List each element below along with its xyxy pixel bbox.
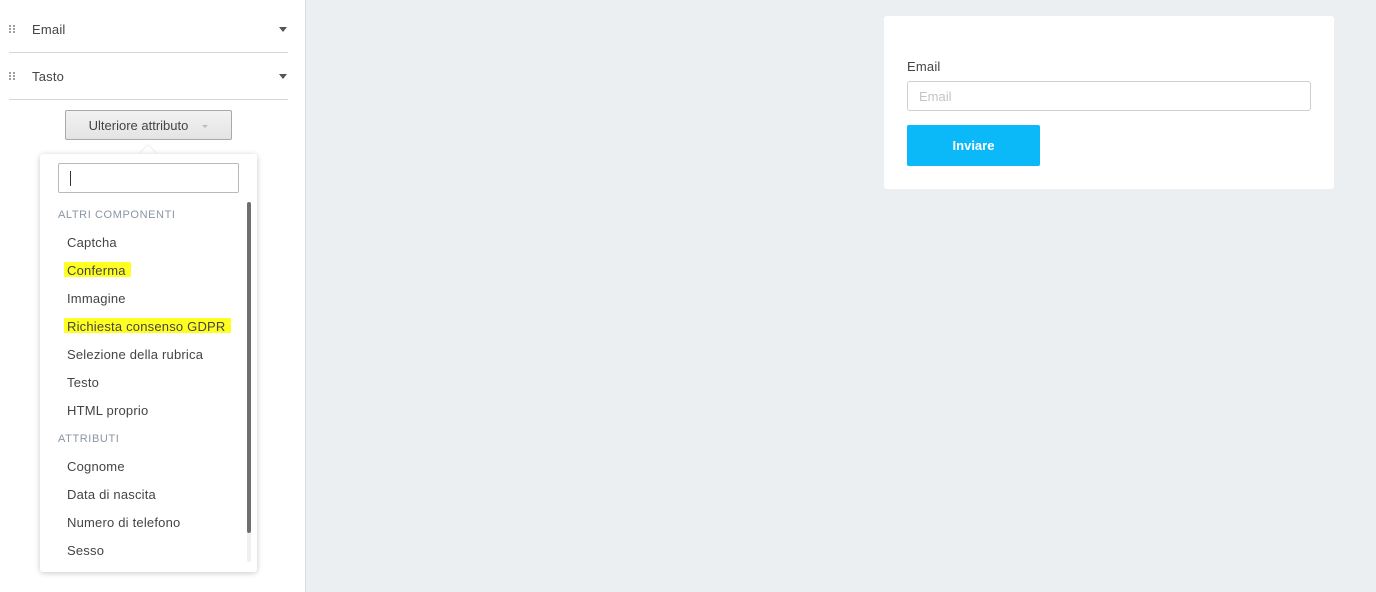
field-label: Tasto — [32, 68, 65, 84]
dropdown-item[interactable]: Captcha — [40, 229, 246, 257]
field-row-email[interactable]: Email — [9, 6, 288, 53]
dropdown-item-label: Data di nascita — [67, 487, 156, 502]
drag-handle-icon[interactable] — [9, 24, 16, 34]
dropdown-item-label: Cognome — [67, 459, 125, 474]
submit-button[interactable]: Inviare — [907, 125, 1040, 166]
attribute-dropdown: ALTRI COMPONENTI Captcha Conferma Immagine R… — [40, 154, 257, 572]
dropdown-item-label: Captcha — [67, 235, 117, 250]
drag-handle-icon[interactable] — [9, 71, 16, 81]
email-label: Email — [907, 59, 941, 74]
dropdown-group-title: ALTRI COMPONENTI — [58, 209, 176, 221]
add-attribute-button[interactable]: Ulteriore attributo — [65, 110, 232, 140]
add-attribute-label: Ulteriore attributo — [88, 117, 189, 133]
dropdown-item-label: Selezione della rubrica — [67, 347, 204, 362]
dropdown-item[interactable]: Conferma — [40, 257, 246, 285]
scrollbar-thumb[interactable] — [247, 202, 251, 533]
chevron-down-icon — [202, 125, 209, 128]
dropdown-item-label: Richiesta consenso GDPR — [67, 319, 226, 334]
dropdown-item-label: Numero di telefono — [67, 515, 181, 530]
form-preview-card: Email Inviare — [884, 16, 1334, 189]
dropdown-item[interactable]: Numero di telefono — [40, 509, 246, 537]
dropdown-item-label: Testo — [67, 375, 100, 390]
chevron-down-icon[interactable] — [279, 26, 287, 32]
dropdown-item[interactable]: Immagine — [40, 285, 246, 313]
dropdown-list: ALTRI COMPONENTI Captcha Conferma Immagine R… — [40, 201, 246, 565]
dropdown-item-label: Conferma — [67, 263, 126, 278]
text-cursor — [70, 171, 71, 186]
dropdown-item[interactable]: Testo — [40, 369, 246, 397]
dropdown-item[interactable]: Richiesta consenso GDPR — [40, 313, 246, 341]
chevron-down-icon[interactable] — [279, 73, 287, 79]
dropdown-item[interactable]: Cognome — [40, 453, 246, 481]
dropdown-search-input[interactable] — [58, 163, 239, 193]
form-builder-sidebar: Email Tasto Ulteriore attributo ALTRI CO… — [0, 0, 306, 592]
dropdown-item[interactable]: Selezione della rubrica — [40, 341, 246, 369]
dropdown-item-label: HTML proprio — [67, 403, 149, 418]
field-row-tasto[interactable]: Tasto — [9, 53, 288, 100]
dropdown-item[interactable]: Sesso — [40, 537, 246, 565]
dropdown-group-title: ATTRIBUTI — [58, 433, 120, 445]
dropdown-item-label: Immagine — [67, 291, 126, 306]
email-field[interactable] — [907, 81, 1311, 111]
dropdown-item[interactable]: HTML proprio — [40, 397, 246, 425]
field-label: Email — [32, 21, 66, 37]
dropdown-item[interactable]: Data di nascita — [40, 481, 246, 509]
dropdown-item-label: Sesso — [67, 543, 105, 558]
